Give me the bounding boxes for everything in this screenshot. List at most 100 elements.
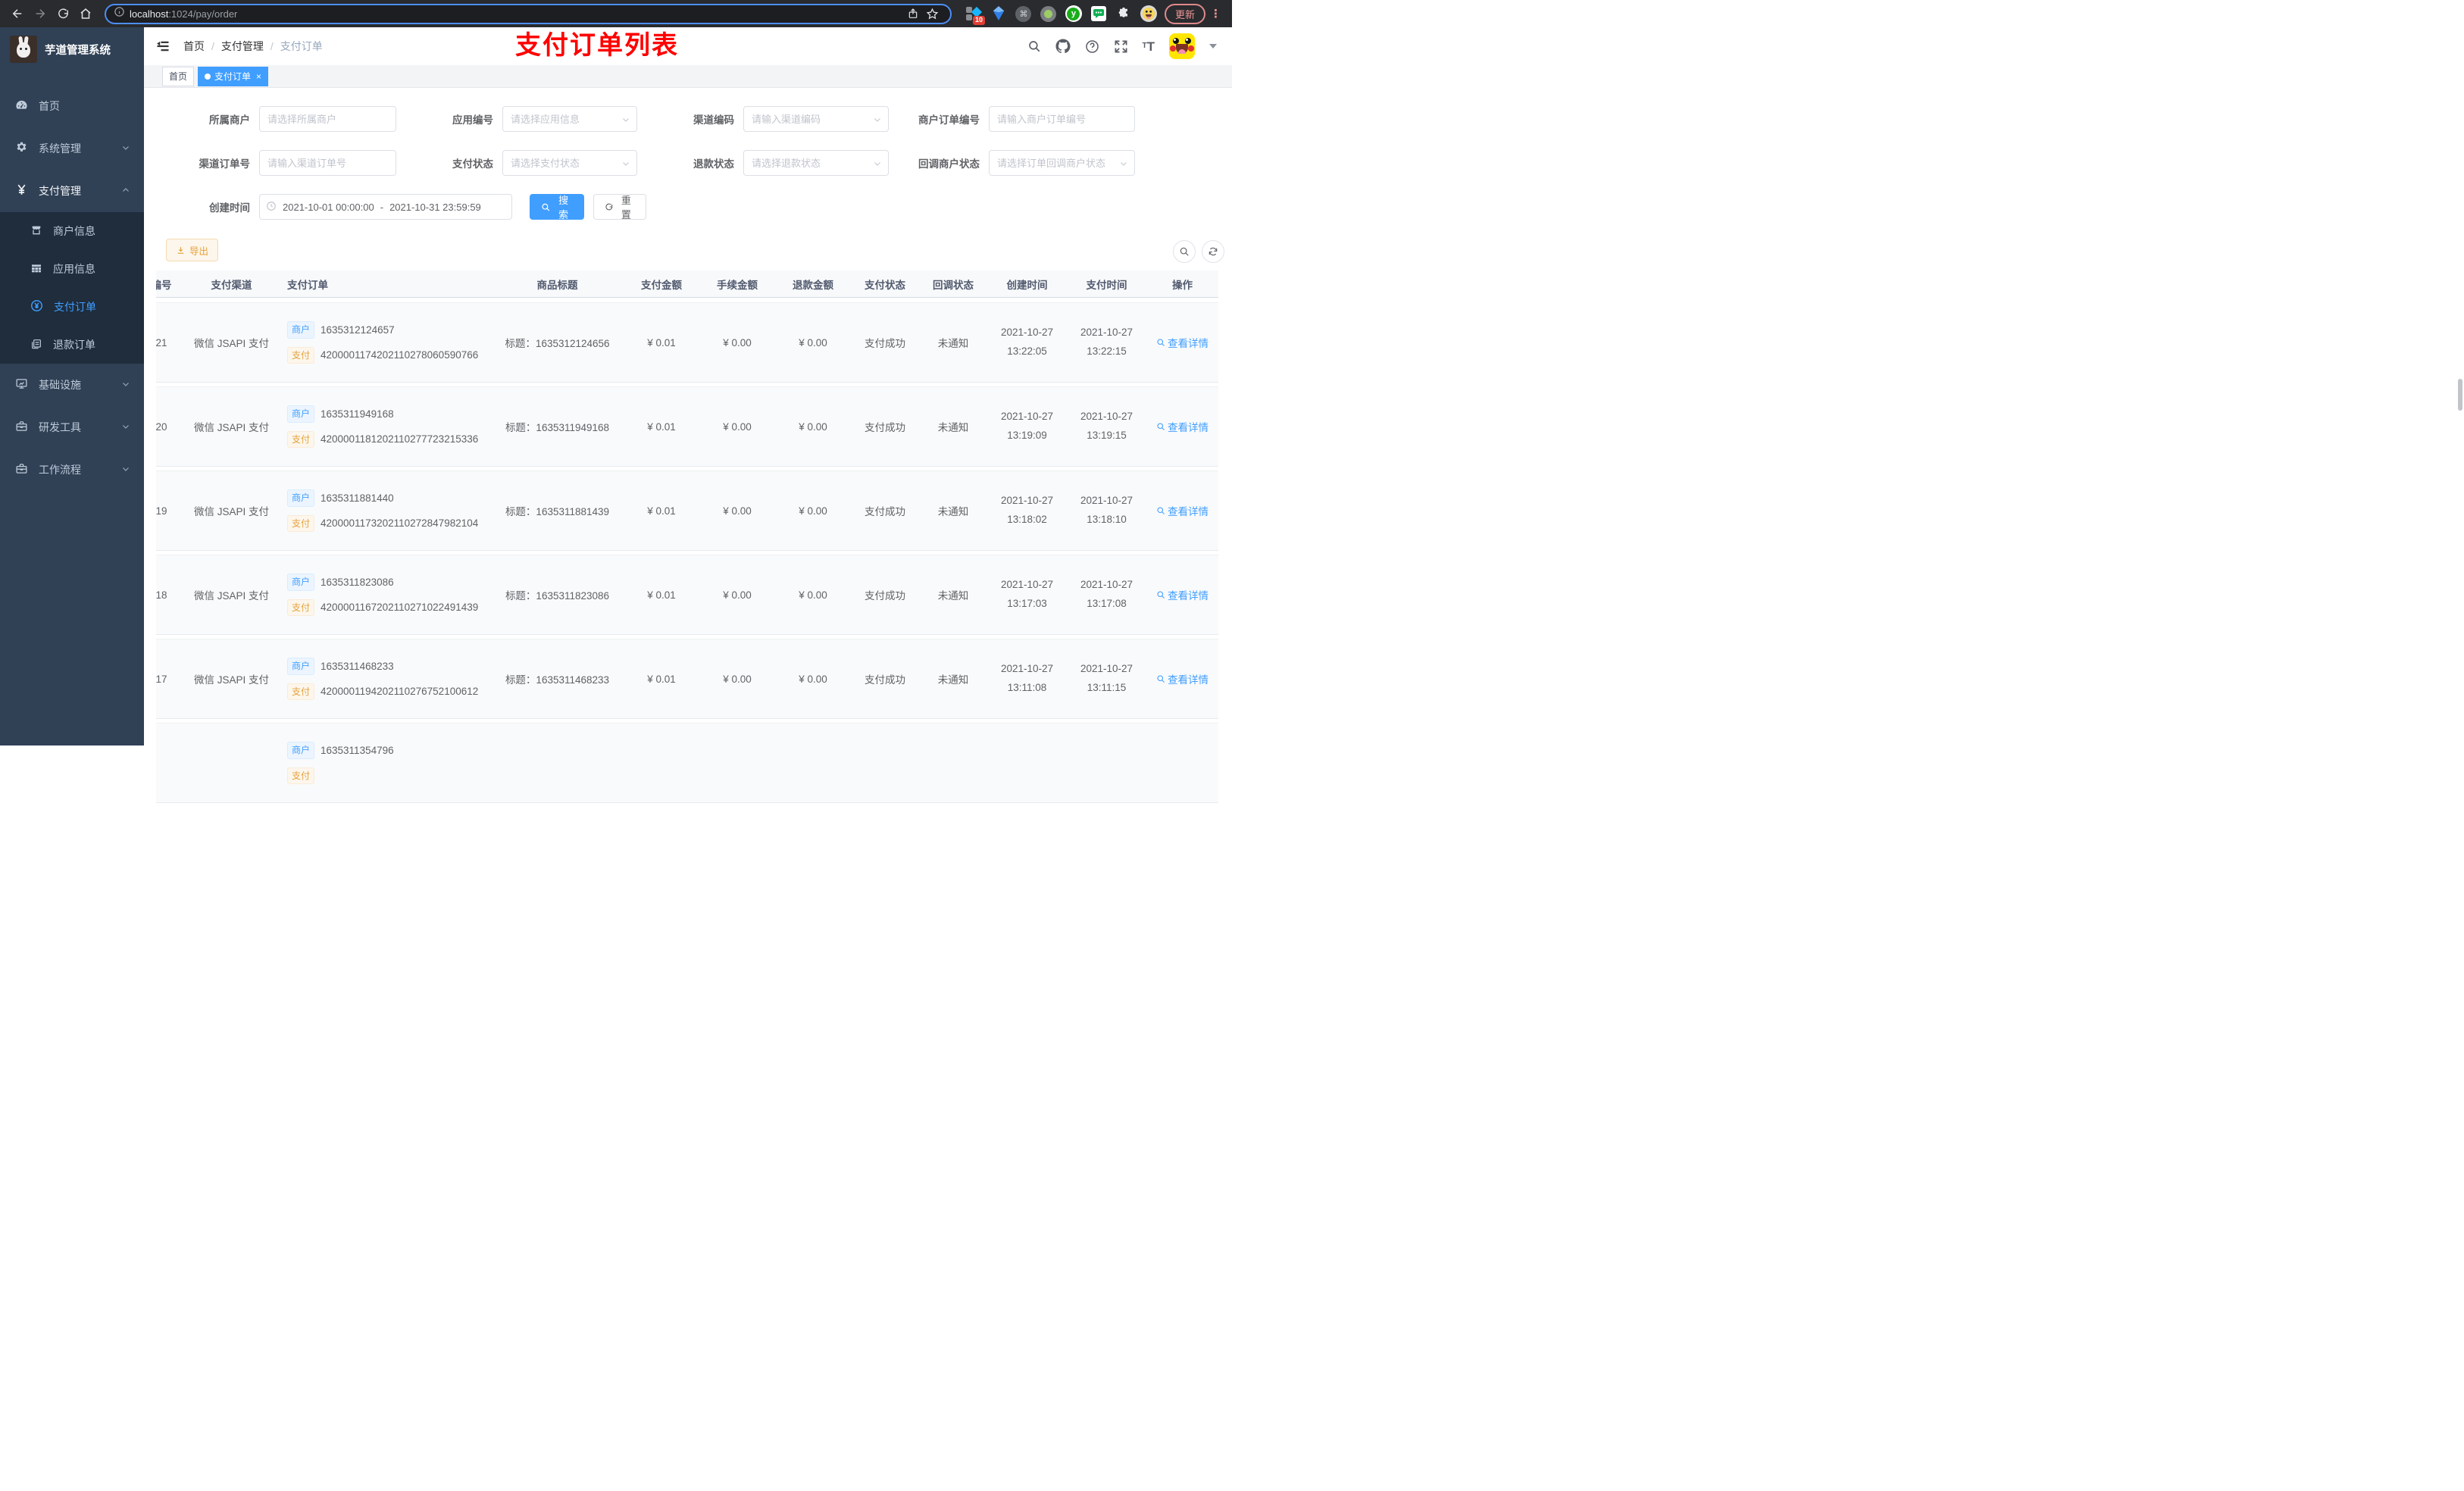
profile-emoji-icon[interactable] <box>1140 5 1157 22</box>
cell-pay-status: 支付成功 <box>865 422 905 433</box>
tag-pay-order[interactable]: 支付订单 × <box>198 66 269 86</box>
browser-reload-icon[interactable] <box>53 4 73 23</box>
show-search-button[interactable] <box>1173 240 1196 263</box>
view-detail-link[interactable]: 查看详情 <box>1156 335 1209 350</box>
share-icon[interactable] <box>903 4 923 23</box>
fullscreen-icon[interactable] <box>1114 39 1128 54</box>
active-dot <box>205 73 211 80</box>
extension-chat-icon[interactable] <box>1090 5 1107 22</box>
cell-create-time: 2021-10-27 13:17:03 <box>987 576 1067 614</box>
browser-menu-icon[interactable]: ⋮ <box>1209 7 1224 20</box>
help-icon[interactable] <box>1085 39 1099 54</box>
merchant-order-no-wrap <box>989 106 1135 132</box>
pay-clock: 13:18:10 <box>1087 514 1127 525</box>
merchant-order-no: 1635311881440 <box>321 492 394 504</box>
view-detail-link[interactable]: 查看详情 <box>1156 587 1209 602</box>
avatar[interactable] <box>1169 33 1195 59</box>
view-detail-link[interactable]: 查看详情 <box>1156 503 1209 518</box>
pay-order-no: 4200001167202110271022491439 <box>321 602 479 614</box>
breadcrumb-section[interactable]: 支付管理 <box>221 39 264 54</box>
main-area: 首页 / 支付管理 / 支付订单 支付订单列表 T T 首页 支付订单 × 所属… <box>144 27 1232 803</box>
sidebar-item-pay[interactable]: 支付管理 <box>0 170 144 212</box>
view-detail-label: 查看详情 <box>1168 506 1209 517</box>
cell-fee: ¥ 0.00 <box>723 336 752 349</box>
refresh-table-button[interactable] <box>1202 240 1224 263</box>
filter-channel-code: 渠道编码 <box>652 106 889 132</box>
cell-action: 查看详情 <box>1146 419 1218 434</box>
col-notify-status: 回调状态 <box>933 279 974 291</box>
tag-home[interactable]: 首页 <box>162 66 195 86</box>
pay-date: 2021-10-27 <box>1080 327 1134 339</box>
sidebar-item-infra[interactable]: 基础设施 <box>0 364 144 406</box>
extension-tabs-icon[interactable]: 10 <box>965 5 985 25</box>
col-amount: 支付金额 <box>641 279 682 291</box>
sidebar-item-workflow[interactable]: 工作流程 <box>0 449 144 491</box>
browser-back-icon[interactable] <box>8 4 27 23</box>
app-logo-row[interactable]: 芋道管理系统 <box>0 27 144 71</box>
cell-pay-status: 支付成功 <box>865 338 905 349</box>
github-icon[interactable] <box>1055 39 1071 54</box>
yen-circle-icon <box>30 299 43 314</box>
sidebar-item-pay-order[interactable]: 支付订单 <box>0 288 144 326</box>
sidebar-item-dev-tools[interactable]: 研发工具 <box>0 406 144 449</box>
view-detail-label: 查看详情 <box>1168 422 1209 433</box>
pay-status-input[interactable] <box>502 150 637 176</box>
col-refund: 退款金额 <box>793 279 833 291</box>
export-button[interactable]: 导出 <box>166 239 219 261</box>
filter-create-time: 创建时间 2021-10-01 00:00:00 - 2021-10-31 23… <box>152 194 512 220</box>
cell-id: 18 <box>156 589 167 601</box>
url-bar[interactable]: localhost:1024/pay/order <box>105 3 952 24</box>
record-glyph <box>1040 5 1057 22</box>
sidebar-collapse-icon[interactable] <box>155 38 171 55</box>
create-date: 2021-10-27 <box>1000 495 1054 507</box>
browser-home-icon[interactable] <box>76 4 95 23</box>
extension-badge: 10 <box>972 16 985 25</box>
cell-notify-status: 未通知 <box>937 422 969 433</box>
refund-status-input[interactable] <box>743 150 889 176</box>
tag-label: 首页 <box>169 71 188 82</box>
filter-refund-status: 退款状态 <box>652 150 889 176</box>
search-button[interactable]: 搜索 <box>530 194 584 220</box>
extension-kite-icon[interactable] <box>990 5 1007 22</box>
documents-icon <box>30 338 42 352</box>
callback-status-input[interactable] <box>989 150 1135 176</box>
merchant-order-no-input[interactable] <box>989 106 1135 132</box>
merchant-input[interactable] <box>259 106 396 132</box>
channel-order-no-input[interactable] <box>259 150 396 176</box>
sidebar-item-system[interactable]: 系统管理 <box>0 127 144 170</box>
cell-channel: 微信 JSAPI 支付 <box>193 590 269 602</box>
page-scrollbar-thumb[interactable] <box>2458 379 2462 411</box>
sidebar-item-app-info[interactable]: 应用信息 <box>0 250 144 288</box>
channel-code-input[interactable] <box>743 106 889 132</box>
date-range-picker[interactable]: 2021-10-01 00:00:00 - 2021-10-31 23:59:5… <box>259 194 512 220</box>
avatar-caret-icon[interactable] <box>1209 44 1217 48</box>
sidebar-item-refund-order[interactable]: 退款订单 <box>0 326 144 364</box>
reset-button[interactable]: 重置 <box>593 194 646 220</box>
sidebar-item-merchant-info[interactable]: 商户信息 <box>0 212 144 250</box>
tag-close-icon[interactable]: × <box>255 72 261 81</box>
extensions-puzzle-icon[interactable] <box>1115 5 1132 22</box>
breadcrumb-home[interactable]: 首页 <box>183 39 205 54</box>
cell-fee: ¥ 0.00 <box>723 673 752 685</box>
browser-forward-icon[interactable] <box>30 4 50 23</box>
sidebar-item-home[interactable]: 首页 <box>0 85 144 127</box>
extension-y-icon[interactable]: y <box>1065 5 1082 22</box>
cell-refund: ¥ 0.00 <box>799 589 827 601</box>
filter-channel-order-no: 渠道订单号 <box>152 150 396 176</box>
header-search-icon[interactable] <box>1027 39 1041 53</box>
pay-order-no: 4200001194202110276752100612 <box>321 686 479 698</box>
view-detail-link[interactable]: 查看详情 <box>1156 419 1209 434</box>
extension-record-icon[interactable] <box>1040 5 1057 22</box>
browser-update-button[interactable]: 更新 <box>1164 3 1205 24</box>
view-detail-link[interactable]: 查看详情 <box>1156 671 1209 686</box>
cell-id: 21 <box>156 336 167 349</box>
merchant-order-no: 1635311949168 <box>321 408 394 420</box>
site-info-icon[interactable] <box>114 6 125 21</box>
cell-notify-status: 未通知 <box>937 506 969 517</box>
col-fee: 手续金额 <box>717 279 758 291</box>
bookmark-star-icon[interactable] <box>923 4 943 23</box>
font-size-icon[interactable]: TT <box>1143 40 1155 53</box>
extension-command-icon[interactable]: ⌘ <box>1015 5 1032 22</box>
sidebar-item-label: 支付管理 <box>39 185 81 197</box>
app-input[interactable] <box>502 106 637 132</box>
